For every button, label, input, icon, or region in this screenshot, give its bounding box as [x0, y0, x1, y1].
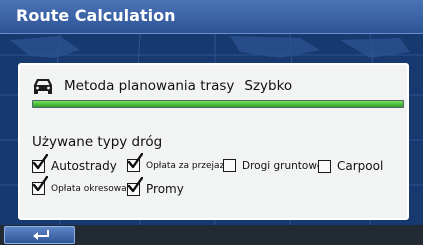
option-oplata-okresowa[interactable]: Opłata okresowa — [32, 176, 127, 195]
route-calculation-screen: Route Calculation Metoda planowania tras… — [0, 0, 423, 245]
option-drogi-gruntowe[interactable]: Drogi gruntowe — [223, 159, 323, 172]
promy-checkbox[interactable] — [127, 176, 143, 196]
option-promy[interactable]: Promy — [127, 176, 184, 196]
checkmark-icon — [32, 176, 48, 192]
autostrady-label: Autostrady — [51, 159, 117, 173]
bottom-bar — [0, 225, 423, 245]
autostrady-checkbox[interactable] — [32, 153, 48, 173]
drogi-gruntowe-label: Drogi gruntowe — [242, 159, 324, 172]
road-types-heading: Używane typy dróg — [32, 134, 163, 150]
route-method-label: Metoda planowania trasy — [64, 78, 235, 94]
option-autostrady[interactable]: Autostrady — [32, 153, 117, 173]
checkmark-icon — [127, 176, 143, 192]
promy-label: Promy — [146, 182, 184, 196]
oplata-za-przejazd-checkbox[interactable] — [127, 153, 143, 172]
route-calculation-panel: Metoda planowania trasy Szybko Używane t… — [18, 63, 409, 220]
back-arrow-icon — [33, 230, 49, 240]
oplata-za-przejazd-label: Opłata za przejazd — [146, 160, 231, 171]
option-carpool[interactable]: Carpool — [318, 159, 383, 173]
carpool-checkbox[interactable] — [318, 159, 331, 173]
page-title: Route Calculation — [16, 6, 176, 25]
back-button[interactable] — [4, 226, 75, 244]
title-bar: Route Calculation — [0, 0, 423, 34]
checkmark-icon — [32, 153, 48, 169]
car-icon — [34, 79, 52, 94]
oplata-okresowa-checkbox[interactable] — [32, 176, 48, 195]
drogi-gruntowe-checkbox[interactable] — [223, 159, 236, 172]
calculation-progress-bar — [32, 100, 404, 108]
option-oplata-za-przejazd[interactable]: Opłata za przejazd — [127, 153, 231, 172]
checkmark-icon — [127, 153, 143, 169]
route-method-row: Metoda planowania trasy Szybko — [32, 74, 292, 98]
oplata-okresowa-label: Opłata okresowa — [51, 183, 127, 194]
route-method-value: Szybko — [244, 78, 293, 94]
calculation-progress-fill — [33, 101, 403, 107]
carpool-label: Carpool — [337, 159, 384, 173]
